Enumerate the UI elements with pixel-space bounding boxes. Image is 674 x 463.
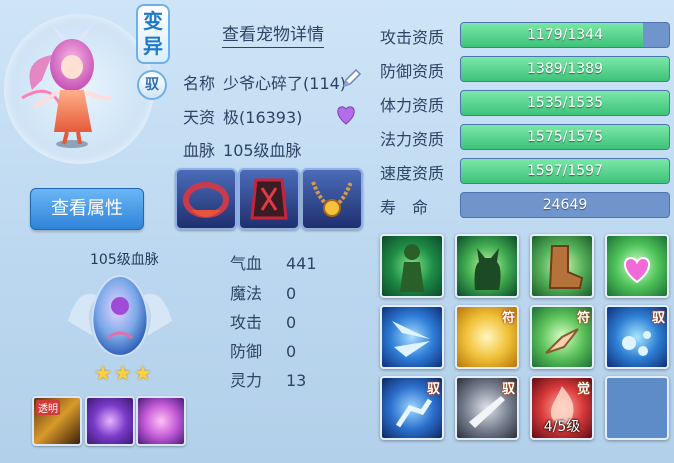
quality-speed: 速度资质 1597/1597 [380,158,670,184]
bloodline-egg-icon[interactable] [58,266,182,362]
skill-wings[interactable] [380,305,444,369]
skill-tag: 驭 [651,311,665,326]
quality-label: 防御资质 [380,62,445,81]
stat-hp: 气血 441 [230,250,317,274]
quality-value: 1575/1575 [527,129,603,145]
pet-bloodline-label: 血脉 [183,141,216,160]
equipment-slot-armor[interactable] [238,168,300,230]
quality-label: 体力资质 [380,96,445,115]
edit-name-icon[interactable] [340,68,362,90]
skill-green-figure[interactable] [380,234,444,298]
quality-label: 速度资质 [380,164,445,183]
quality-bar: 1389/1389 [460,56,670,82]
stat-label: 魔法 [230,284,263,303]
quality-bar: 1179/1344 [460,22,670,48]
green-figure-icon [400,244,424,292]
pet-portrait[interactable] [12,20,122,150]
pet-aptitude-value: 极(16393) [223,108,303,127]
view-pet-details-link[interactable]: 查看宠物详情 [222,20,324,48]
quality-value: 24649 [542,197,588,213]
bloodline-stars: ★★★ [94,361,154,385]
quality-value: 1389/1389 [527,61,603,77]
pet-aptitude-row: 天资 极(16393) [183,104,302,128]
stat-label: 灵力 [230,371,263,390]
skill-tag: 驭 [426,382,440,397]
quality-label: 寿 命 [380,198,429,217]
pet-name-label: 名称 [183,74,216,93]
skill-runner[interactable]: 驭 [380,376,444,440]
stat-label: 防御 [230,342,263,361]
skill-heart-crystal[interactable] [605,234,669,298]
collar-icon [183,182,229,218]
skill-slot-empty[interactable] [605,376,669,440]
skill-tag: 驭 [501,382,515,397]
heart-crystal-icon [624,256,650,284]
small-skill-tattered[interactable]: 透明 [32,396,82,446]
skill-boot[interactable] [530,234,594,298]
stat-spirit: 灵力 13 [230,367,306,391]
pet-name-value: 少爷心碎了(114) [223,74,347,93]
equipment-slot-collar[interactable] [175,168,237,230]
stat-value: 0 [286,284,297,303]
quality-bar: 1535/1535 [460,90,670,116]
stat-mp: 魔法 0 [230,280,296,304]
quality-defense: 防御资质 1389/1389 [380,56,670,82]
skill-burst[interactable]: 符 [455,305,519,369]
pet-name-row: 名称 少爷心碎了(114) [183,70,346,94]
mutate-badge-char-1: 变 [143,9,163,33]
small-skill-tag: 透明 [36,400,60,415]
pet-bloodline-row: 血脉 105级血脉 [183,137,302,161]
small-skill-flower[interactable] [85,396,135,446]
quality-bar: 24649 [460,192,670,218]
stat-defense: 防御 0 [230,338,296,362]
quality-magic: 法力资质 1575/1575 [380,124,670,150]
skill-orbs[interactable]: 驭 [605,305,669,369]
mutate-badge: 变 异 [136,4,170,64]
view-attributes-button[interactable]: 查看属性 [30,188,144,230]
equipment-slot-necklace[interactable] [301,168,363,230]
quality-bar: 1575/1575 [460,124,670,150]
stat-attack: 攻击 0 [230,309,296,333]
cat-icon [474,248,501,290]
armor-icon [250,178,288,220]
necklace-icon [311,181,353,217]
tame-badge: 驭 [137,70,167,100]
quality-stamina: 体力资质 1535/1535 [380,90,670,116]
small-skill-crystal[interactable] [136,396,186,446]
quality-label: 法力资质 [380,130,445,149]
skill-pointing-hand[interactable]: 符 [530,305,594,369]
skill-tag: 符 [576,311,590,326]
quality-value: 1597/1597 [527,163,603,179]
quality-bar: 1597/1597 [460,158,670,184]
skill-tag: 符 [501,311,515,326]
stat-value: 0 [286,313,297,332]
boot-icon [548,245,584,289]
stat-value: 441 [286,254,317,273]
quality-lifespan: 寿 命 24649 [380,192,670,218]
skill-level: 4/5级 [543,419,581,435]
mutate-badge-char-2: 异 [143,34,163,58]
skill-tag: 觉 [576,382,590,397]
heart-icon[interactable] [334,104,358,126]
quality-value: 1179/1344 [527,27,603,43]
stat-value: 0 [286,342,297,361]
stat-value: 13 [286,371,307,390]
skill-flame[interactable]: 觉 4/5级 [530,376,594,440]
stat-label: 气血 [230,254,263,273]
quality-label: 攻击资质 [380,28,445,47]
quality-value: 1535/1535 [527,95,603,111]
wings-icon [392,321,430,357]
pet-bloodline-value: 105级血脉 [223,141,302,160]
skill-cat[interactable] [455,234,519,298]
skill-blades[interactable]: 驭 [455,376,519,440]
quality-attack: 攻击资质 1179/1344 [380,22,670,48]
stat-label: 攻击 [230,313,263,332]
pet-aptitude-label: 天资 [183,108,216,127]
